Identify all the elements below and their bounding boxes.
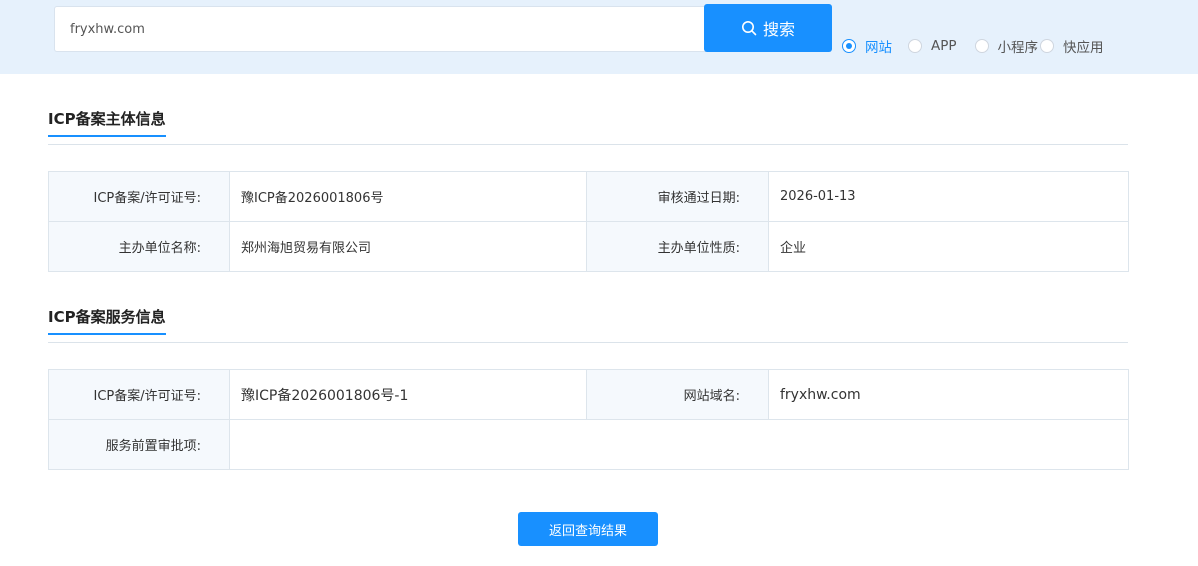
radio-app[interactable]: APP <box>908 38 957 54</box>
value-organizer-name: 郑州海旭贸易有限公司 <box>229 221 587 272</box>
service-info-table: ICP备案/许可证号: 豫ICP备2026001806号-1 网站域名: fry… <box>48 369 1129 470</box>
section-title-subject: ICP备案主体信息 <box>48 108 166 137</box>
radio-miniprogram[interactable]: 小程序 <box>974 36 1039 56</box>
section-divider <box>48 342 1128 343</box>
label-license: ICP备案/许可证号: <box>48 171 230 222</box>
back-to-results-button[interactable]: 返回查询结果 <box>518 512 658 546</box>
table-row: ICP备案/许可证号: 豫ICP备2026001806号-1 网站域名: fry… <box>48 369 1129 420</box>
label-organizer-name: 主办单位名称: <box>48 221 230 272</box>
search-input[interactable] <box>54 6 706 52</box>
radio-website[interactable]: 网站 <box>842 36 892 56</box>
radio-unselected-icon <box>974 39 989 53</box>
radio-label: APP <box>931 38 957 54</box>
radio-label: 网站 <box>865 40 892 56</box>
value-organizer-type: 企业 <box>768 221 1129 272</box>
value-domain: fryxhw.com <box>768 369 1129 420</box>
label-pre-approval: 服务前置审批项: <box>48 419 230 470</box>
label-domain: 网站域名: <box>586 369 769 420</box>
radio-selected-icon <box>842 39 856 53</box>
table-row: ICP备案/许可证号: 豫ICP备2026001806号 审核通过日期: 202… <box>48 171 1129 222</box>
value-approval-date: 2026-01-13 <box>768 171 1129 222</box>
radio-label: 快应用 <box>1063 40 1104 56</box>
table-row: 服务前置审批项: <box>48 419 1129 470</box>
label-approval-date: 审核通过日期: <box>586 171 769 222</box>
section-title-service: ICP备案服务信息 <box>48 306 166 335</box>
section-divider <box>48 144 1128 145</box>
value-license: 豫ICP备2026001806号 <box>229 171 587 222</box>
search-button[interactable]: 搜索 <box>704 4 832 52</box>
search-icon <box>741 21 757 36</box>
table-row: 主办单位名称: 郑州海旭贸易有限公司 主办单位性质: 企业 <box>48 221 1129 272</box>
value-pre-approval <box>229 419 1129 470</box>
search-type-group: 网站 APP 小程序 快应用 <box>842 36 1104 56</box>
radio-unselected-icon <box>908 39 922 53</box>
search-button-label: 搜索 <box>762 20 795 39</box>
radio-unselected-icon <box>1040 39 1055 53</box>
radio-quickapp[interactable]: 快应用 <box>1040 36 1104 56</box>
subject-info-table: ICP备案/许可证号: 豫ICP备2026001806号 审核通过日期: 202… <box>48 171 1129 272</box>
value-service-license: 豫ICP备2026001806号-1 <box>229 369 587 420</box>
label-organizer-type: 主办单位性质: <box>586 221 769 272</box>
radio-label: 小程序 <box>997 40 1039 56</box>
label-service-license: ICP备案/许可证号: <box>48 369 230 420</box>
